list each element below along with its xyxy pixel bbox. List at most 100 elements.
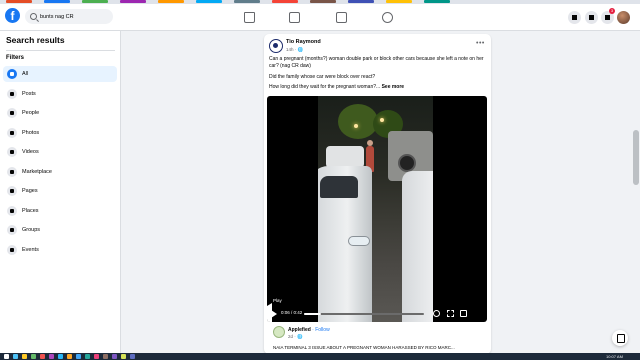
- taskbar-app-icon[interactable]: [103, 354, 108, 359]
- search-value: bunts nag CR: [40, 13, 74, 20]
- video-frame: [318, 96, 433, 322]
- filter-item-label: Posts: [22, 90, 36, 97]
- filter-item-label: Photos: [22, 129, 40, 136]
- see-more-link[interactable]: See more: [382, 84, 405, 90]
- notification-badge: 3: [609, 8, 615, 14]
- taskbar-app-icon[interactable]: [49, 354, 54, 359]
- filter-item-label: Pages: [22, 188, 38, 194]
- bookmark-item[interactable]: [348, 0, 374, 3]
- pages-icon: [7, 186, 17, 196]
- marketplace-icon[interactable]: [336, 12, 347, 23]
- search-icon: [30, 13, 37, 20]
- top-navigation: f bunts nag CR 3: [0, 4, 640, 31]
- filter-item-label: Places: [22, 207, 39, 214]
- scrollbar-track[interactable]: [632, 31, 640, 353]
- taskbar: 10:07 AM: [0, 353, 640, 360]
- search-sidebar: Search results Filters All Posts People Pho…: [0, 31, 121, 353]
- filter-item-all[interactable]: All: [3, 66, 117, 82]
- bookmark-item[interactable]: [272, 0, 298, 3]
- bookmark-item[interactable]: [120, 0, 146, 3]
- settings-icon[interactable]: [433, 310, 440, 317]
- video-progress-fill: [304, 313, 321, 315]
- filter-item-people[interactable]: People: [3, 105, 117, 121]
- taskbar-app-icon[interactable]: [130, 354, 135, 359]
- video-player[interactable]: Play 0:06 / 0:42: [267, 96, 487, 322]
- taskbar-app-icon[interactable]: [22, 354, 27, 359]
- scrollbar-thumb[interactable]: [633, 130, 639, 185]
- filter-item-groups[interactable]: Groups: [3, 222, 117, 238]
- more-options-icon[interactable]: •••: [476, 40, 485, 47]
- post-time[interactable]: 14h · 🌐: [286, 47, 303, 53]
- filter-item-places[interactable]: Places: [3, 203, 117, 219]
- divider: [6, 50, 115, 51]
- bookmark-item[interactable]: [310, 0, 336, 3]
- taskbar-app-icon[interactable]: [67, 354, 72, 359]
- picture-in-picture-icon[interactable]: [460, 310, 467, 317]
- filter-item-photos[interactable]: Photos: [3, 125, 117, 141]
- home-icon[interactable]: [244, 12, 255, 23]
- taskbar-app-icon[interactable]: [112, 354, 117, 359]
- filter-item-events[interactable]: Events: [3, 242, 117, 258]
- filter-item-label: Events: [22, 246, 39, 253]
- people-icon: [7, 108, 17, 118]
- author-avatar[interactable]: [269, 39, 283, 53]
- bookmark-item[interactable]: [424, 0, 450, 3]
- filter-item-videos[interactable]: Videos: [3, 144, 117, 160]
- filter-item-posts[interactable]: Posts: [3, 86, 117, 102]
- messenger-icon[interactable]: [585, 11, 598, 24]
- expand-icon[interactable]: [447, 310, 454, 317]
- places-icon: [7, 205, 17, 216]
- menu-grid-icon[interactable]: [568, 11, 581, 24]
- shared-author-name[interactable]: Applefied: [288, 327, 311, 333]
- taskbar-app-icon[interactable]: [58, 354, 63, 359]
- bookmark-item[interactable]: [196, 0, 222, 3]
- filter-item-marketplace[interactable]: Marketplace: [3, 164, 117, 180]
- follow-link[interactable]: · Follow: [312, 327, 330, 333]
- shared-author-avatar[interactable]: [273, 326, 285, 338]
- video-progress[interactable]: [304, 313, 424, 315]
- post-author[interactable]: Tio Raymond: [286, 39, 321, 45]
- bookmark-item[interactable]: [44, 0, 70, 3]
- all-icon: [7, 69, 17, 79]
- watch-icon[interactable]: [289, 12, 300, 23]
- page-title: Search results: [6, 35, 65, 45]
- video-time: 0:06 / 0:42: [281, 310, 303, 315]
- groups-icon: [7, 225, 17, 235]
- post-card: Tio Raymond 14h · 🌐 ••• Can a pregnant (…: [264, 34, 491, 354]
- filters-heading: Filters: [6, 55, 25, 61]
- bookmark-item[interactable]: [234, 0, 260, 3]
- bookmark-item[interactable]: [158, 0, 184, 3]
- videos-icon: [7, 147, 17, 157]
- photos-icon: [7, 127, 17, 138]
- taskbar-app-icon[interactable]: [85, 354, 90, 359]
- taskbar-app-icon[interactable]: [76, 354, 81, 359]
- bookmark-item[interactable]: [386, 0, 412, 3]
- play-icon[interactable]: [271, 310, 277, 318]
- filter-item-label: People: [22, 110, 40, 116]
- taskbar-app-icon[interactable]: [94, 354, 99, 359]
- taskbar-app-icon[interactable]: [13, 354, 18, 359]
- shared-time[interactable]: 2d · 🌐: [288, 334, 303, 340]
- filter-item-label: Groups: [22, 227, 41, 233]
- taskbar-app-icon[interactable]: [121, 354, 126, 359]
- post-text-line-3-text: How long did they wait for the pregnant …: [269, 84, 381, 90]
- facebook-logo[interactable]: f: [5, 8, 20, 23]
- posts-icon: [7, 88, 17, 99]
- filter-item-label: Videos: [22, 149, 39, 155]
- avatar[interactable]: [617, 11, 630, 24]
- groups-icon[interactable]: [382, 12, 393, 23]
- search-input[interactable]: bunts nag CR: [25, 9, 113, 24]
- taskbar-app-icon[interactable]: [40, 354, 45, 359]
- bookmark-item[interactable]: [82, 0, 108, 3]
- taskbar-app-icon[interactable]: [31, 354, 36, 359]
- bookmark-item[interactable]: [6, 0, 32, 3]
- filter-item-pages[interactable]: Pages: [3, 183, 117, 199]
- compose-message-icon[interactable]: [612, 330, 628, 346]
- taskbar-app-icon[interactable]: [4, 354, 9, 359]
- shared-text: NAIA TERMINAL 3 ISSUE ABOUT A PREGNANT W…: [273, 345, 455, 350]
- shared-author: Applefied · Follow: [288, 327, 330, 333]
- filter-item-label: Marketplace: [22, 168, 52, 175]
- events-icon: [7, 244, 17, 255]
- post-text-line-3: How long did they wait for the pregnant …: [269, 84, 484, 91]
- post-text-line-1: Can a pregnant (months?) woman double pa…: [269, 56, 484, 69]
